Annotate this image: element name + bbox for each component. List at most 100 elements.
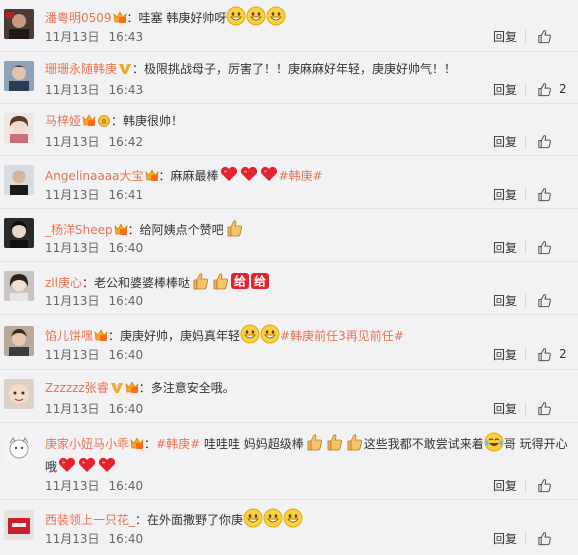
comment-date: 11月13日 bbox=[45, 83, 100, 97]
username-link[interactable]: 马梓娅 bbox=[45, 114, 81, 128]
comment-meta: 11月13日 16:40 bbox=[45, 400, 143, 417]
divider bbox=[525, 30, 526, 43]
comment-date: 11月13日 bbox=[45, 188, 100, 202]
username-link[interactable]: 馅儿饼嘿 bbox=[45, 329, 93, 343]
reply-button[interactable]: 回复 bbox=[493, 477, 517, 494]
comment-meta: 11月13日 16:40 bbox=[45, 292, 143, 309]
comment-date: 11月13日 bbox=[45, 30, 100, 44]
reply-button[interactable]: 回复 bbox=[493, 530, 517, 547]
reply-button[interactable]: 回复 bbox=[493, 400, 517, 417]
comment-text: Angelinaaaa大宝 ：麻麻最棒 #韩庚# bbox=[45, 164, 568, 185]
comment-text: 潘粤明0509 ：哇塞 韩庚好帅呀 bbox=[45, 6, 568, 27]
comment-item: zll庚心：老公和婆婆棒棒哒 11月13日 16:40 回复 bbox=[0, 262, 578, 314]
svg-text:8: 8 bbox=[102, 118, 106, 126]
heart-emoji-icon bbox=[239, 164, 259, 184]
thumb-emoji-icon bbox=[304, 432, 324, 452]
vip-crown-icon bbox=[130, 437, 144, 450]
comment-item: _杨洋Sheep ：给阿姨点个赞吧 11月13日 16:40 回复 bbox=[0, 209, 578, 261]
comment-date: 11月13日 bbox=[45, 479, 100, 493]
heart-emoji-icon bbox=[57, 455, 77, 475]
avatar[interactable] bbox=[4, 9, 34, 39]
username-link[interactable]: 西装领上一只花_ bbox=[45, 513, 135, 527]
username-link[interactable]: zll庚心 bbox=[45, 276, 82, 290]
comment-date: 11月13日 bbox=[45, 241, 100, 255]
comment-date: 11月13日 bbox=[45, 348, 100, 362]
hashtag-link[interactable]: #韩庚# bbox=[156, 437, 200, 451]
thumb-up-icon bbox=[537, 531, 552, 546]
divider bbox=[525, 479, 526, 492]
avatar[interactable] bbox=[4, 271, 34, 301]
username-link[interactable]: Zzzzzz张睿 bbox=[45, 381, 109, 395]
reply-button[interactable]: 回复 bbox=[493, 133, 517, 150]
divider bbox=[525, 135, 526, 148]
avatar[interactable] bbox=[4, 434, 34, 464]
comment-time: 16:40 bbox=[108, 348, 144, 362]
divider bbox=[525, 241, 526, 254]
comment-meta: 11月13日 16:42 bbox=[45, 133, 143, 150]
comment-list: 潘粤明0509 ：哇塞 韩庚好帅呀 11月13日 16:43 回复 珊珊永随韩庚 ：极… bbox=[0, 0, 578, 555]
avatar[interactable] bbox=[4, 326, 34, 356]
verified-v-icon bbox=[110, 381, 124, 394]
divider bbox=[525, 83, 526, 96]
comment-time: 16:42 bbox=[108, 135, 144, 149]
comment-text: 珊珊永随韩庚 ：极限挑战母子，厉害了！！庚麻麻好年轻，庚庚好帅气！！ bbox=[45, 62, 457, 76]
username-link[interactable]: 珊珊永随韩庚 bbox=[45, 62, 117, 76]
heart-emoji-icon bbox=[259, 164, 279, 184]
username-link[interactable]: 庚家小妞马小乖 bbox=[45, 437, 129, 451]
grin-emoji-icon bbox=[263, 508, 283, 528]
comment-item: 珊珊永随韩庚 ：极限挑战母子，厉害了！！庚麻麻好年轻，庚庚好帅气！！ 11月13日… bbox=[0, 52, 578, 103]
heart-emoji-icon bbox=[97, 455, 117, 475]
thumb-up-icon bbox=[537, 240, 552, 255]
heart-emoji-icon bbox=[219, 164, 239, 184]
comment-item: 庚家小妞马小乖 ：#韩庚# 哇哇哇 妈妈超级棒 这些我都不敢尝试来着哥 玩得开心哦 … bbox=[0, 423, 578, 499]
comment-time: 16:40 bbox=[108, 294, 144, 308]
comment-item: Zzzzzz张睿 ：多注意安全哦。 11月13日 16:40 回复 bbox=[0, 370, 578, 422]
comment-time: 16:41 bbox=[108, 188, 144, 202]
comment-text: zll庚心：老公和婆婆棒棒哒 bbox=[45, 271, 568, 292]
avatar[interactable] bbox=[4, 61, 34, 91]
hashtag-link[interactable]: #韩庚前任3再见前任# bbox=[280, 329, 404, 343]
reply-button[interactable]: 回复 bbox=[493, 292, 517, 309]
divider bbox=[525, 188, 526, 201]
vip-crown-icon bbox=[125, 381, 139, 394]
avatar[interactable] bbox=[4, 165, 34, 195]
divider bbox=[525, 348, 526, 361]
vip-crown-icon bbox=[113, 11, 127, 24]
thumb-emoji-icon bbox=[210, 271, 230, 291]
username-link[interactable]: 潘粤明0509 bbox=[45, 11, 112, 25]
thumb-up-icon bbox=[537, 293, 552, 308]
comment-text: 庚家小妞马小乖 ：#韩庚# 哇哇哇 妈妈超级棒 这些我都不敢尝试来着哥 玩得开心哦 bbox=[45, 432, 568, 478]
thumb-up-icon bbox=[537, 134, 552, 149]
thumb-up-icon bbox=[537, 29, 552, 44]
hashtag-link[interactable]: #韩庚# bbox=[279, 169, 323, 183]
comment-time: 16:40 bbox=[108, 532, 144, 546]
vip-crown-icon bbox=[145, 169, 159, 182]
avatar[interactable] bbox=[4, 379, 34, 409]
grin-emoji-icon bbox=[246, 6, 266, 26]
comment-meta: 11月13日 16:40 bbox=[45, 346, 143, 363]
username-link[interactable]: _杨洋Sheep bbox=[45, 223, 113, 237]
comment-date: 11月13日 bbox=[45, 402, 100, 416]
avatar[interactable] bbox=[4, 113, 34, 143]
reply-button[interactable]: 回复 bbox=[493, 28, 517, 45]
reply-button[interactable]: 回复 bbox=[493, 81, 517, 98]
thumb-emoji-icon bbox=[190, 271, 210, 291]
like-count: 2 bbox=[559, 347, 567, 361]
reply-button[interactable]: 回复 bbox=[493, 186, 517, 203]
comment-date: 11月13日 bbox=[45, 532, 100, 546]
comment-meta: 11月13日 16:40 bbox=[45, 239, 143, 256]
avatar[interactable] bbox=[4, 218, 34, 248]
reply-button[interactable]: 回复 bbox=[493, 346, 517, 363]
thumb-up-icon bbox=[537, 187, 552, 202]
thumb-emoji-icon bbox=[344, 432, 364, 452]
comment-time: 16:40 bbox=[108, 241, 144, 255]
give-emoji-icon bbox=[250, 271, 270, 291]
reply-button[interactable]: 回复 bbox=[493, 239, 517, 256]
grin-emoji-icon bbox=[266, 6, 286, 26]
avatar[interactable] bbox=[4, 510, 34, 540]
comment-item: 马梓娅 8 ：韩庚很帅！ 11月13日 16:42 回复 bbox=[0, 104, 578, 155]
username-link[interactable]: Angelinaaaa大宝 bbox=[45, 169, 144, 183]
laugh-cry-emoji-icon bbox=[484, 432, 504, 452]
give-emoji-icon bbox=[230, 271, 250, 291]
thumb-emoji-icon bbox=[224, 218, 244, 238]
